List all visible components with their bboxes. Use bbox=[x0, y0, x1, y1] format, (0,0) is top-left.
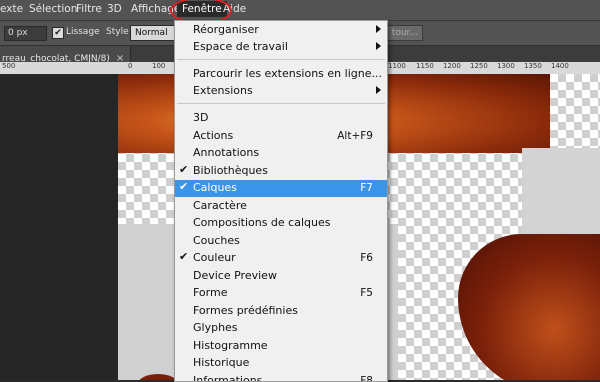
menu-item-label: Couches bbox=[193, 234, 240, 247]
checkmark-icon: ✔ bbox=[179, 163, 189, 176]
menu-item-glyphes[interactable]: Glyphes bbox=[175, 320, 387, 337]
ruler-tick: 1200 bbox=[443, 62, 461, 70]
ruler-tick: 100 bbox=[152, 62, 166, 70]
menu-item-calques[interactable]: ✔ Calques F7 bbox=[175, 180, 387, 197]
menu-item-forme[interactable]: Forme F5 bbox=[175, 285, 387, 302]
menu-item-compositions-de-calques[interactable]: Compositions de calques bbox=[175, 215, 387, 232]
ruler-tick: 1400 bbox=[551, 62, 569, 70]
menu-separator bbox=[177, 59, 385, 60]
ruler-tick: 1250 bbox=[470, 62, 488, 70]
menu-item-label: Bibliothèques bbox=[193, 164, 268, 177]
style-select[interactable]: Normal bbox=[130, 25, 178, 41]
menu-fenetre[interactable]: Fenêtre bbox=[177, 1, 227, 17]
menu-item-annotations[interactable]: Annotations bbox=[175, 145, 387, 162]
menu-item-label: Actions bbox=[193, 129, 234, 142]
menu-item-label: Histogramme bbox=[193, 339, 268, 352]
menu-item-label: Caractère bbox=[193, 199, 247, 212]
menu-item-label: Annotations bbox=[193, 146, 260, 159]
menu-item-bibliotheques[interactable]: ✔ Bibliothèques bbox=[175, 163, 387, 180]
menu-item-label: Couleur bbox=[193, 251, 236, 264]
ruler-tick: 0 bbox=[128, 62, 133, 70]
menu-separator bbox=[177, 103, 385, 104]
ruler-tick: 1300 bbox=[497, 62, 515, 70]
menu-aide[interactable]: Aide bbox=[223, 3, 246, 15]
workspace-left bbox=[0, 74, 118, 380]
menu-texte[interactable]: exte bbox=[0, 3, 23, 15]
menu-item-label: Device Preview bbox=[193, 269, 277, 282]
menu-item-shortcut: F6 bbox=[360, 252, 373, 264]
menu-item-label: Réorganiser bbox=[193, 23, 259, 36]
menu-item-reorganiser[interactable]: Réorganiser bbox=[175, 22, 387, 39]
menu-item-label: Extensions bbox=[193, 84, 253, 97]
menu-item-formes-predefinies[interactable]: Formes prédéfinies bbox=[175, 303, 387, 320]
menu-item-label: Espace de travail bbox=[193, 40, 288, 53]
smooth-checkbox[interactable]: ✔ bbox=[52, 27, 64, 39]
ruler-tick: 1350 bbox=[524, 62, 542, 70]
menu-item-label: Glyphes bbox=[193, 321, 238, 334]
menu-item-extensions[interactable]: Extensions bbox=[175, 83, 387, 100]
ruler-tick: 500 bbox=[2, 62, 16, 70]
chocolate-splash-image bbox=[458, 234, 600, 380]
menu-selection[interactable]: Sélection bbox=[29, 3, 77, 15]
smooth-label: Lissage bbox=[66, 27, 100, 37]
menu-bar: exte Sélection Filtre 3D Affichage Fenêt… bbox=[0, 0, 600, 21]
submenu-arrow-icon bbox=[376, 42, 381, 50]
submenu-arrow-icon bbox=[376, 86, 381, 94]
menu-3d[interactable]: 3D bbox=[107, 3, 122, 15]
menu-item-informations[interactable]: Informations F8 bbox=[175, 373, 387, 382]
menu-item-couches[interactable]: Couches bbox=[175, 233, 387, 250]
menu-item-shortcut: Alt+F9 bbox=[337, 130, 373, 142]
document-tab[interactable]: rreau_chocolat, CMJN/8) × bbox=[0, 46, 132, 64]
menu-item-shortcut: F7 bbox=[360, 182, 373, 194]
menu-item-shortcut: F5 bbox=[360, 287, 373, 299]
menu-affichage[interactable]: Affichage bbox=[131, 3, 180, 15]
menu-item-historique[interactable]: Historique bbox=[175, 355, 387, 372]
checkmark-icon: ✔ bbox=[179, 180, 189, 193]
menu-item-shortcut: F8 bbox=[360, 375, 373, 382]
menu-item-espace-de-travail[interactable]: Espace de travail bbox=[175, 39, 387, 56]
menu-item-parcourir-extensions[interactable]: Parcourir les extensions en ligne... bbox=[175, 66, 387, 83]
checkmark-icon: ✔ bbox=[179, 250, 189, 263]
menu-filtre[interactable]: Filtre bbox=[76, 3, 102, 15]
menu-item-label: Informations bbox=[193, 374, 263, 382]
fenetre-dropdown-menu: Réorganiser Espace de travail Parcourir … bbox=[174, 20, 388, 382]
menu-item-label: 3D bbox=[193, 111, 209, 124]
menu-item-device-preview[interactable]: Device Preview bbox=[175, 268, 387, 285]
menu-item-label: Parcourir les extensions en ligne... bbox=[193, 67, 382, 80]
ruler-tick: 1100 bbox=[388, 62, 406, 70]
submenu-arrow-icon bbox=[376, 25, 381, 33]
menu-item-label: Compositions de calques bbox=[193, 216, 331, 229]
menu-item-3d[interactable]: 3D bbox=[175, 110, 387, 127]
menu-item-label: Historique bbox=[193, 356, 250, 369]
menu-item-couleur[interactable]: ✔ Couleur F6 bbox=[175, 250, 387, 267]
menu-item-caractere[interactable]: Caractère bbox=[175, 198, 387, 215]
menu-item-label: Formes prédéfinies bbox=[193, 304, 298, 317]
ruler-tick: 1150 bbox=[416, 62, 434, 70]
menu-item-histogramme[interactable]: Histogramme bbox=[175, 338, 387, 355]
menu-item-actions[interactable]: Actions Alt+F9 bbox=[175, 128, 387, 145]
menu-item-label: Calques bbox=[193, 181, 237, 194]
menu-item-label: Forme bbox=[193, 286, 228, 299]
feather-input[interactable]: 0 px bbox=[4, 26, 47, 41]
